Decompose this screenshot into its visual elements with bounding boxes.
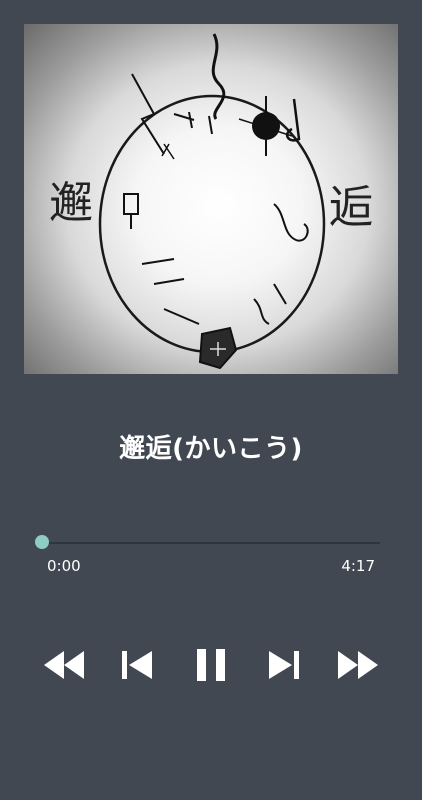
pause-button[interactable]	[186, 640, 236, 690]
rewind-button[interactable]	[39, 640, 89, 690]
album-art-right-char: 逅	[329, 182, 373, 233]
player-screen: 邂 逅 邂逅(かいこう) 0:00 4:17	[0, 0, 422, 800]
album-art-left-char: 邂	[49, 178, 93, 229]
forward-button[interactable]	[333, 640, 383, 690]
skip-previous-icon	[122, 651, 152, 679]
fast-rewind-icon	[44, 651, 84, 679]
elapsed-time: 0:00	[47, 557, 81, 575]
pause-icon	[197, 649, 225, 681]
skip-next-icon	[269, 651, 299, 679]
album-art: 邂 逅	[24, 24, 398, 374]
playback-controls	[0, 640, 422, 690]
song-title: 邂逅(かいこう)	[119, 434, 303, 464]
seek-thumb[interactable]	[35, 535, 49, 549]
previous-button[interactable]	[112, 640, 162, 690]
seek-bar[interactable]	[35, 535, 380, 549]
next-button[interactable]	[259, 640, 309, 690]
total-time: 4:17	[341, 557, 375, 575]
fast-forward-icon	[338, 651, 378, 679]
